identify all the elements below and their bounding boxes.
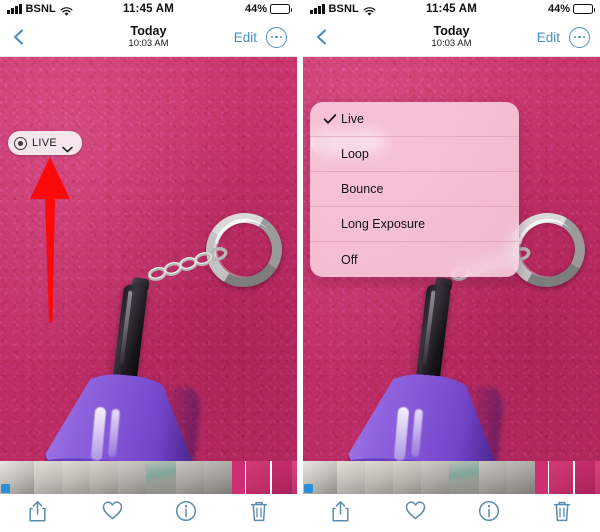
- trash-icon[interactable]: [249, 500, 270, 523]
- menu-item-off[interactable]: Off: [310, 242, 519, 277]
- status-bar-right: 44%: [547, 3, 596, 15]
- thumbnail-item[interactable]: [146, 461, 176, 494]
- chevron-down-icon: [62, 140, 73, 152]
- thumbnail-item[interactable]: [595, 461, 600, 494]
- nav-bar: Today 10:03 AM Edit: [303, 18, 600, 56]
- thumbnail-item[interactable]: [337, 461, 365, 494]
- status-bar: BSNL 11:45 AM 44%: [303, 0, 600, 18]
- thumbnail-item-current[interactable]: [245, 461, 271, 494]
- thumbnail-item[interactable]: [62, 461, 90, 494]
- thumbnail-item[interactable]: [0, 461, 34, 494]
- dual-screenshot-container: BSNL 11:45 AM 44% Today 10:03 AM Edit LI…: [0, 0, 600, 532]
- live-photo-effects-menu[interactable]: Live Loop Bounce Long Exposure Off: [310, 102, 519, 277]
- battery-percent-label: 44%: [244, 3, 267, 15]
- live-badge-label: LIVE: [32, 137, 58, 149]
- menu-item-loop[interactable]: Loop: [310, 137, 519, 172]
- bell-handle: [111, 283, 149, 389]
- thumbnail-item[interactable]: [303, 461, 337, 494]
- thumbnail-item[interactable]: [118, 461, 146, 494]
- thumbnail-item[interactable]: [507, 461, 535, 494]
- nav-bar-actions: Edit: [234, 26, 287, 48]
- photo-viewer[interactable]: LIVE: [0, 57, 297, 461]
- thumbnail-item[interactable]: [272, 461, 292, 494]
- battery-percent-label: 44%: [547, 3, 570, 15]
- bell-shading: [459, 385, 505, 461]
- thumbnail-badge-icon: [304, 484, 313, 493]
- info-circle-icon[interactable]: [478, 500, 500, 523]
- edit-button[interactable]: Edit: [537, 30, 560, 45]
- trash-icon[interactable]: [552, 500, 573, 523]
- thumbnail-selected-group[interactable]: [271, 461, 297, 494]
- back-button[interactable]: [313, 28, 331, 46]
- bell-handle: [414, 283, 452, 389]
- info-circle-icon[interactable]: [175, 500, 197, 523]
- thumbnail-item[interactable]: [575, 461, 595, 494]
- thumbnail-item[interactable]: [34, 461, 62, 494]
- status-bar-right: 44%: [244, 3, 293, 15]
- menu-item-long-exposure[interactable]: Long Exposure: [310, 207, 519, 242]
- thumbnail-item[interactable]: [365, 461, 393, 494]
- thumbnail-strip[interactable]: [0, 461, 297, 494]
- menu-item-label: Off: [341, 252, 358, 267]
- thumbnail-item[interactable]: [393, 461, 421, 494]
- thumbnail-item[interactable]: [204, 461, 232, 494]
- share-icon[interactable]: [27, 500, 48, 523]
- thumbnail-item[interactable]: [449, 461, 479, 494]
- ellipsis-circle-icon[interactable]: [569, 26, 590, 48]
- photo-viewer[interactable]: LIVE Live Loop: [303, 57, 600, 461]
- thumbnail-item[interactable]: [421, 461, 449, 494]
- thumbnail-item[interactable]: [90, 461, 118, 494]
- thumbnail-badge-icon: [1, 484, 10, 493]
- checkmark-icon: [322, 111, 338, 127]
- thumbnail-item[interactable]: [535, 461, 548, 494]
- menu-item-label: Loop: [341, 147, 369, 161]
- thumbnail-item[interactable]: [232, 461, 245, 494]
- screen-right: BSNL 11:45 AM 44% Today 10:03 AM Edit Li…: [303, 0, 600, 532]
- bell-shading: [156, 385, 202, 461]
- thumbnail-strip[interactable]: [303, 461, 600, 494]
- menu-item-label: Live: [341, 112, 364, 126]
- battery-icon: [270, 4, 293, 14]
- nav-bar: Today 10:03 AM Edit: [0, 18, 297, 56]
- share-icon[interactable]: [330, 500, 351, 523]
- back-button[interactable]: [10, 28, 28, 46]
- menu-item-label: Long Exposure: [341, 217, 426, 231]
- bottom-toolbar: [0, 494, 297, 528]
- thumbnail-item[interactable]: [176, 461, 204, 494]
- menu-item-live[interactable]: Live: [310, 102, 519, 137]
- menu-item-label: Bounce: [341, 182, 384, 196]
- thumbnail-item[interactable]: [479, 461, 507, 494]
- status-bar: BSNL 11:45 AM 44%: [0, 0, 297, 18]
- heart-icon[interactable]: [101, 500, 123, 523]
- chain-links: [147, 247, 228, 281]
- nav-bar-actions: Edit: [537, 26, 590, 48]
- live-photo-badge[interactable]: LIVE: [8, 131, 83, 155]
- live-photo-icon: [14, 136, 27, 150]
- thumbnail-item[interactable]: [292, 461, 297, 494]
- red-arrow-up-icon: [30, 157, 70, 323]
- battery-icon: [573, 4, 596, 14]
- screen-left: BSNL 11:45 AM 44% Today 10:03 AM Edit LI…: [0, 0, 297, 532]
- bottom-toolbar: [303, 494, 600, 528]
- thumbnail-selected-group[interactable]: [574, 461, 600, 494]
- ellipsis-circle-icon[interactable]: [266, 26, 287, 48]
- thumbnail-item-current[interactable]: [548, 461, 574, 494]
- edit-button[interactable]: Edit: [234, 30, 257, 45]
- menu-item-bounce[interactable]: Bounce: [310, 172, 519, 207]
- heart-icon[interactable]: [404, 500, 426, 523]
